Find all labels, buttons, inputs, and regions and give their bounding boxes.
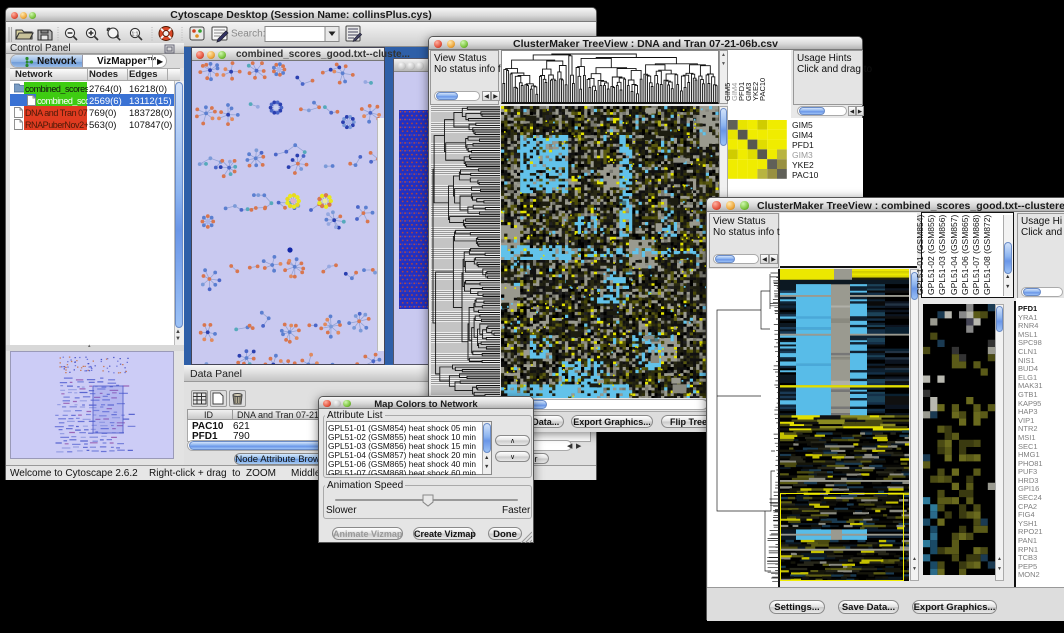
svg-text:Search:: Search: [231, 29, 265, 40]
svg-text:1:1: 1:1 [132, 31, 139, 37]
